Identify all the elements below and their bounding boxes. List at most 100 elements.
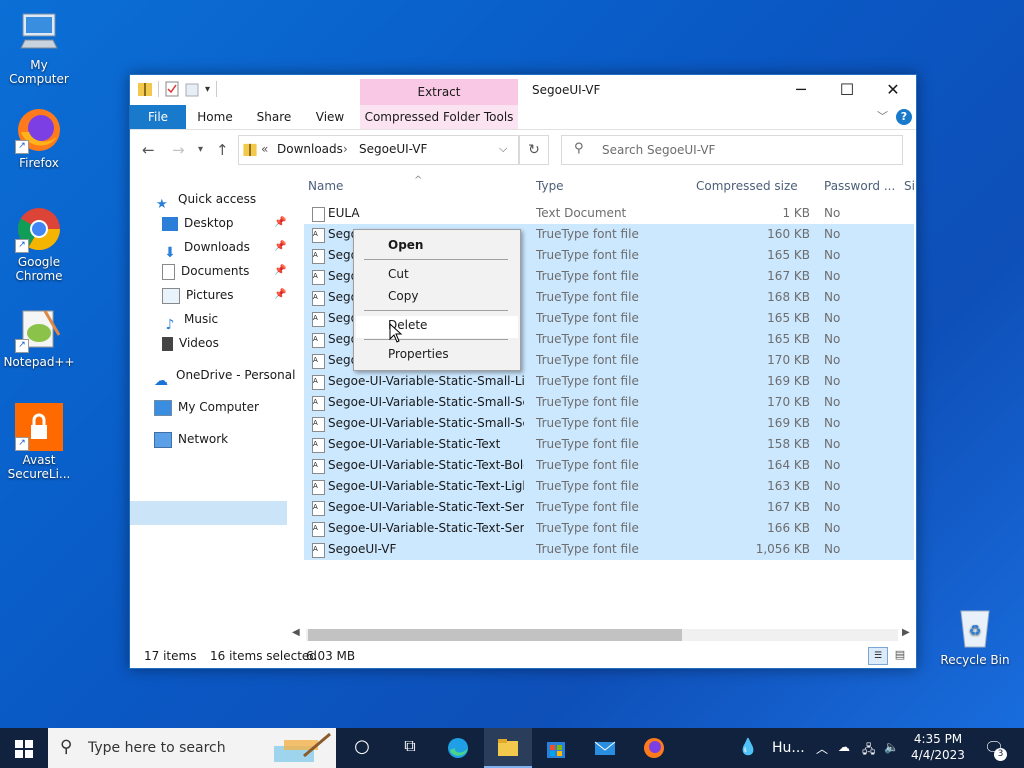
address-dropdown-icon[interactable]: ⌵ <box>499 142 507 156</box>
network-icon <box>154 431 172 448</box>
menu-item-open[interactable]: Open <box>388 238 423 252</box>
back-arrow-icon[interactable]: ← <box>142 141 155 159</box>
desktop-icon-firefox[interactable]: ↗ Firefox <box>1 106 77 170</box>
file-name: Segoe-UI-Variable-Static-Text <box>328 437 501 451</box>
file-password: No <box>824 542 841 556</box>
pin-icon[interactable]: 📌 <box>274 241 286 252</box>
mail-icon[interactable] <box>593 736 617 760</box>
tab-file[interactable]: File <box>130 105 186 129</box>
sidebar-item-videos[interactable]: Videos <box>162 331 219 355</box>
search-input[interactable]: Search SegoeUI-VF <box>602 143 715 157</box>
file-row[interactable]: A Segoe-UI-Variable-Static-Small-Se... Tru… <box>304 392 914 413</box>
column-header-type[interactable]: Type <box>536 179 564 193</box>
edge-icon[interactable] <box>446 736 470 760</box>
file-password: No <box>824 290 841 304</box>
sidebar-item-downloads[interactable]: ⬇ Downloads <box>162 235 250 261</box>
sidebar-item-desktop[interactable]: Desktop <box>162 211 234 235</box>
weather-icon[interactable]: 💧 <box>738 737 758 756</box>
maximize-button[interactable]: ☐ <box>824 75 870 105</box>
onedrive-sync-icon[interactable]: ☁ <box>838 740 850 754</box>
file-row[interactable]: EULA Text Document 1 KB No <box>304 203 914 224</box>
help-icon[interactable]: ? <box>896 109 912 125</box>
refresh-button[interactable]: ↻ <box>519 135 549 165</box>
network-monitor-icon[interactable]: 🖧 <box>862 740 875 761</box>
desktop-icon-recycle-bin[interactable]: ♻ Recycle Bin <box>937 603 1013 667</box>
status-selected-size: 6.03 MB <box>306 649 356 663</box>
sidebar-item-my-computer[interactable]: My Computer <box>154 395 259 419</box>
properties-icon[interactable] <box>165 81 179 97</box>
forward-arrow-icon[interactable]: → <box>172 141 185 159</box>
file-explorer-icon[interactable] <box>496 736 520 760</box>
tab-view[interactable]: View <box>308 105 352 129</box>
desktop-icon-my-computer[interactable]: My Computer <box>1 8 77 86</box>
file-row[interactable]: A Segoe-UI-Variable-Static-Small-Light Tru… <box>304 371 914 392</box>
sidebar-item-music[interactable]: ♪ Music <box>162 307 219 333</box>
search-icon: ⚲ <box>60 737 73 757</box>
breadcrumb-overflow[interactable]: « <box>261 142 268 156</box>
pin-icon[interactable]: 📌 <box>274 265 286 276</box>
taskbar-clock[interactable]: 4:35 PM 4/4/2023 <box>906 731 970 763</box>
up-arrow-icon[interactable]: ↑ <box>216 141 229 159</box>
volume-icon[interactable]: 🔈 <box>884 740 899 754</box>
file-row[interactable]: ASegoe-UI-Variable-Static-Text-Semi... Tr… <box>304 497 914 518</box>
column-header-size[interactable]: Si <box>904 179 915 193</box>
qat-dropdown-icon[interactable]: ▾ <box>205 84 210 95</box>
minimize-button[interactable]: ─ <box>778 75 824 105</box>
scroll-left-icon[interactable]: ◀ <box>292 627 300 638</box>
column-header-compressed-size[interactable]: Compressed size <box>696 179 798 193</box>
file-row[interactable]: ASegoe-UI-Variable-Static-Text-Semi... Tr… <box>304 518 914 539</box>
file-name: Segoe-UI-Variable-Static-Small-Light <box>328 374 524 388</box>
windows-start-icon[interactable] <box>15 740 33 758</box>
tab-home[interactable]: Home <box>192 105 238 129</box>
pin-icon[interactable]: 📌 <box>274 289 286 300</box>
file-row[interactable]: A Segoe-UI-Variable-Static-Text-Bold TrueT… <box>304 455 914 476</box>
sidebar-item-onedrive[interactable]: ☁ OneDrive - Personal <box>154 363 295 389</box>
tab-extract[interactable]: Extract <box>360 79 518 105</box>
file-row[interactable]: A Segoe-UI-Variable-Static-Text-Light True… <box>304 476 914 497</box>
file-row[interactable]: A Segoe-UI-Variable-Static-Small-Se... Tru… <box>304 413 914 434</box>
firefox-icon[interactable] <box>642 736 666 760</box>
file-row[interactable]: A Segoe-UI-Variable-Static-Text TrueType f… <box>304 434 914 455</box>
recent-locations-icon[interactable]: ▾ <box>198 144 203 155</box>
horizontal-scrollbar[interactable]: ◀ ▶ <box>292 627 914 643</box>
task-view-icon[interactable]: ⧉ <box>398 736 422 760</box>
sidebar-item-label: Documents <box>181 264 250 278</box>
search-box[interactable]: ⚲ Search SegoeUI-VF <box>561 135 903 165</box>
weather-text[interactable]: Hu... <box>772 740 805 756</box>
sidebar-item-pictures[interactable]: Pictures <box>162 283 234 307</box>
large-icons-view-icon[interactable]: ▤ <box>892 647 908 663</box>
desktop-icon-label: Notepad++ <box>3 355 75 369</box>
new-folder-icon[interactable] <box>185 81 199 97</box>
pin-icon[interactable]: 📌 <box>274 217 286 228</box>
sidebar-item-documents[interactable]: Documents <box>162 259 249 283</box>
collapse-ribbon-icon[interactable]: ﹀ <box>877 108 888 124</box>
taskbar-search-input[interactable]: Type here to search <box>88 740 226 756</box>
tab-share[interactable]: Share <box>250 105 298 129</box>
desktop-icon-chrome[interactable]: ↗ Google Chrome <box>1 205 77 283</box>
sidebar-item-label: Pictures <box>186 288 234 302</box>
close-button[interactable]: ✕ <box>870 75 916 105</box>
breadcrumb-segoeui-vf[interactable]: SegoeUI-VF <box>359 142 427 156</box>
scroll-right-icon[interactable]: ▶ <box>902 627 910 638</box>
cortana-icon[interactable]: ○ <box>350 736 374 760</box>
taskbar-search-box[interactable]: ⚲ Type here to search <box>48 728 336 768</box>
details-view-icon[interactable]: ☰ <box>868 647 888 665</box>
desktop-icon-avast[interactable]: ↗ Avast SecureLi... <box>1 403 77 481</box>
file-row[interactable]: A SegoeUI-VF TrueType font file 1,056 KB No <box>304 539 914 560</box>
show-hidden-icons-chevron-icon[interactable]: ︿ <box>816 740 828 757</box>
desktop-icon-label: My Computer <box>9 58 69 86</box>
breadcrumb-downloads[interactable]: Downloads <box>277 142 343 156</box>
desktop-icon-notepadpp[interactable]: ↗ Notepad++ <box>1 305 77 369</box>
menu-item-copy[interactable]: Copy <box>388 289 418 303</box>
scroll-thumb[interactable] <box>308 629 682 641</box>
column-header-name[interactable]: ^ Name <box>308 175 422 193</box>
address-bar[interactable]: « Downloads › SegoeUI-VF ⌵ <box>238 135 519 165</box>
microsoft-store-icon[interactable] <box>544 736 568 760</box>
menu-item-properties[interactable]: Properties <box>388 347 449 361</box>
search-highlight-paintbrush-icon <box>274 732 331 762</box>
sidebar-item-quick-access[interactable]: ★ Quick access <box>156 187 256 212</box>
column-header-password[interactable]: Password ... <box>824 179 895 193</box>
tab-compressed-folder-tools[interactable]: Compressed Folder Tools <box>360 105 518 129</box>
sidebar-item-network[interactable]: Network <box>154 427 228 451</box>
menu-item-cut[interactable]: Cut <box>388 267 409 281</box>
